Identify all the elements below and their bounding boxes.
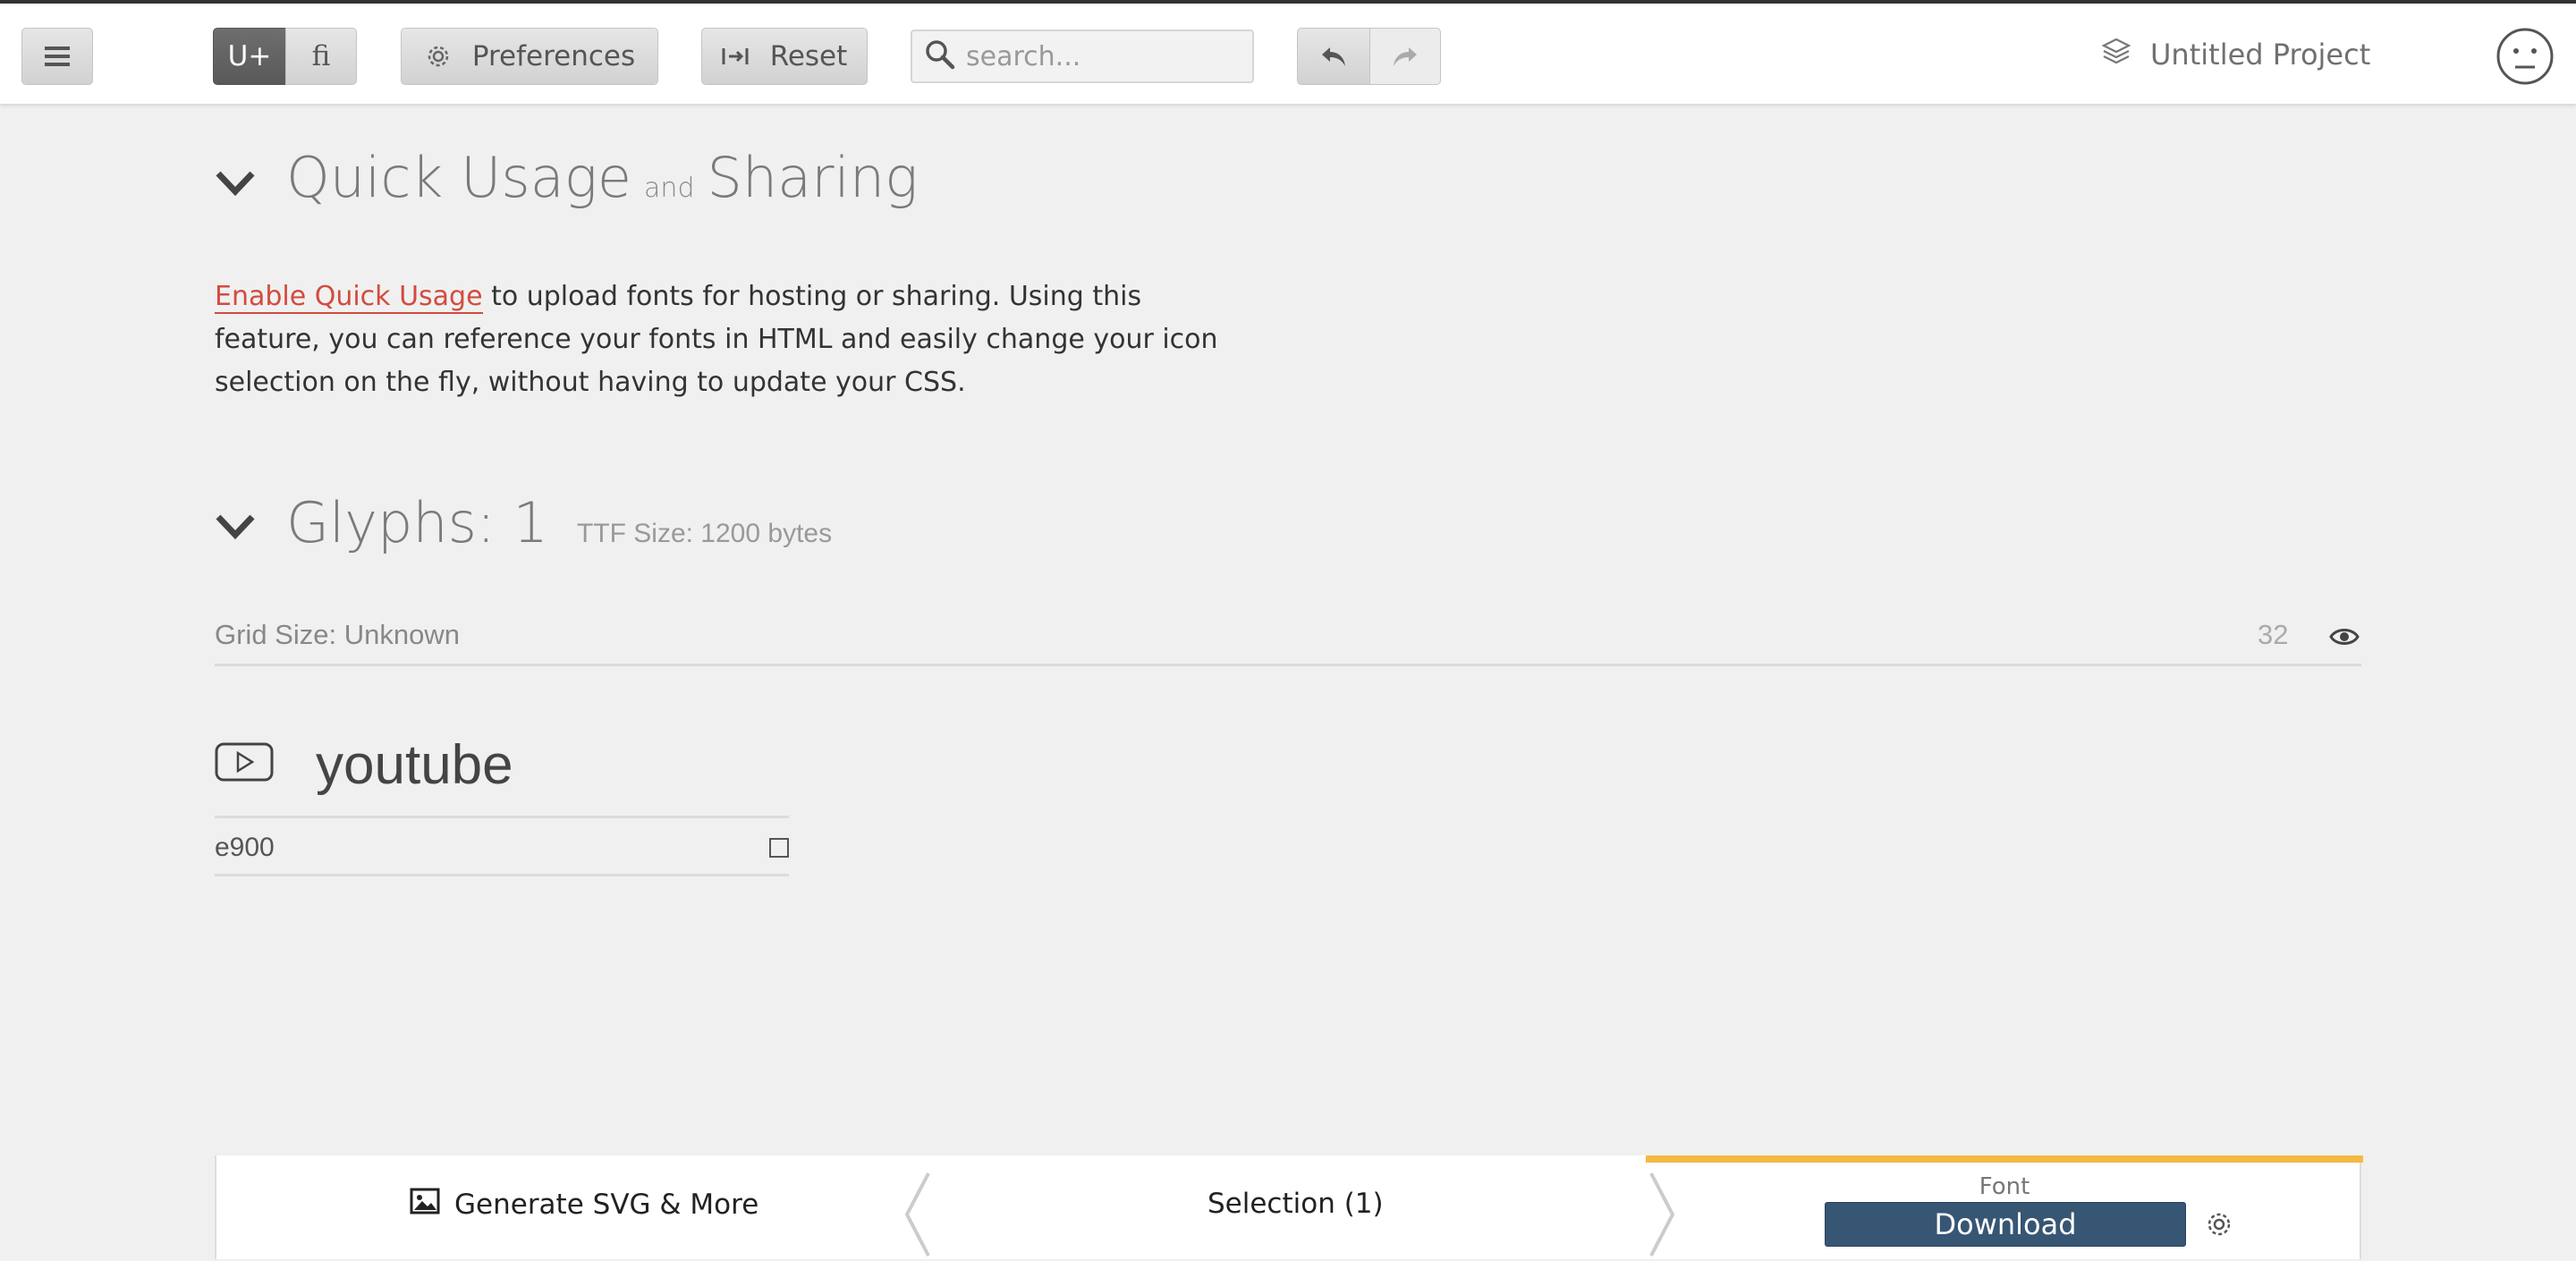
selection-button[interactable]: Selection (1): [1208, 1188, 1384, 1220]
redo-button[interactable]: [1369, 28, 1441, 85]
font-panel: Font Download: [1646, 1155, 2363, 1259]
collapse-glyphs-chevron-icon[interactable]: [215, 512, 256, 546]
bottom-action-bar: Generate SVG & More Selection (1) Font D…: [215, 1155, 2363, 1261]
search-input[interactable]: [964, 39, 1236, 73]
ligature-label: fi: [311, 40, 331, 72]
search-icon: [925, 39, 955, 73]
eye-icon[interactable]: [2329, 622, 2360, 655]
image-icon: [410, 1188, 440, 1222]
reset-icon: [722, 46, 749, 67]
left-arrow-separator-icon: [902, 1172, 932, 1261]
project-selector[interactable]: Untitled Project: [2101, 38, 2371, 72]
top-toolbar: U+ fi Preferences Reset Untitl: [0, 0, 2576, 104]
redo-icon: [1391, 45, 1419, 68]
reset-button[interactable]: Reset: [701, 28, 868, 85]
glyphs-title: Glyphs: 1: [286, 490, 548, 555]
glyph-name[interactable]: youtube: [316, 733, 513, 797]
quick-usage-title-left: Quick Usage: [286, 145, 632, 210]
font-settings-gear-icon[interactable]: [2204, 1209, 2234, 1243]
glyphs-heading: Glyphs: 1 TTF Size: 1200 bytes: [286, 490, 832, 555]
download-label: Download: [1934, 1207, 2077, 1241]
layers-icon: [2101, 38, 2131, 72]
quick-usage-title-and: and: [644, 173, 695, 204]
project-name: Untitled Project: [2150, 38, 2371, 72]
quick-usage-heading: Quick Usage and Sharing: [286, 145, 918, 210]
generate-svg-button[interactable]: Generate SVG & More: [410, 1188, 758, 1222]
undo-button[interactable]: [1297, 28, 1370, 85]
preferences-label: Preferences: [471, 40, 636, 72]
enable-quick-usage-link[interactable]: Enable Quick Usage: [215, 281, 483, 314]
reset-label: Reset: [769, 40, 848, 72]
hamburger-menu-icon: [45, 47, 70, 66]
quick-usage-description: Enable Quick Usage to upload fonts for h…: [215, 275, 1234, 404]
ligature-mode-button[interactable]: fi: [285, 28, 357, 85]
ttf-size: TTF Size: 1200 bytes: [576, 519, 833, 548]
selection-label: Selection (1): [1208, 1188, 1384, 1220]
search-box: [911, 30, 1254, 83]
glyph-code-checkbox[interactable]: [769, 838, 789, 858]
main-menu-button[interactable]: [21, 28, 93, 85]
grid-size-label[interactable]: Grid Size: Unknown: [215, 619, 460, 651]
unicode-label: U+: [227, 40, 272, 72]
font-label: Font: [1979, 1173, 2030, 1200]
glyph-code[interactable]: e900: [215, 833, 275, 863]
download-button[interactable]: Download: [1825, 1202, 2186, 1247]
preferences-button[interactable]: Preferences: [401, 28, 658, 85]
glyph-code-field[interactable]: e900: [215, 816, 789, 876]
undo-icon: [1319, 45, 1348, 68]
collapse-quick-usage-chevron-icon[interactable]: [215, 168, 256, 202]
preview-size-value[interactable]: 32: [2258, 619, 2288, 651]
gear-icon: [424, 42, 453, 71]
quick-usage-title-right: Sharing: [707, 145, 919, 210]
generate-svg-label: Generate SVG & More: [454, 1189, 759, 1221]
unicode-mode-button[interactable]: U+: [213, 28, 286, 85]
youtube-icon: [215, 742, 274, 785]
neutral-face-icon[interactable]: [2496, 27, 2555, 89]
grid-size-bar: Grid Size: Unknown 32: [215, 619, 2361, 666]
